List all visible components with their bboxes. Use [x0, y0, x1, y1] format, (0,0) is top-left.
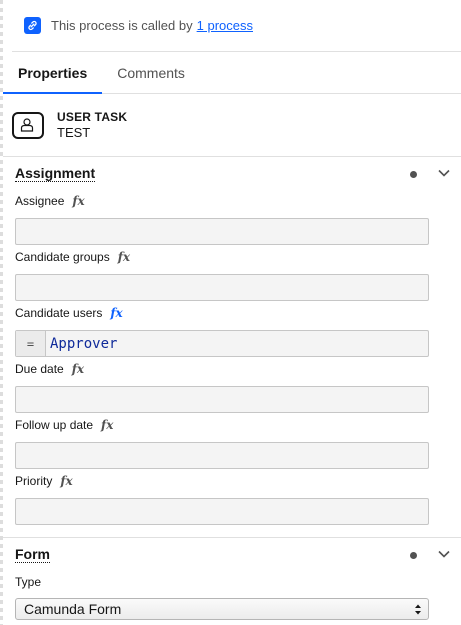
due-date-label: Due date [15, 362, 64, 376]
chevron-down-icon[interactable] [437, 547, 451, 561]
element-name: TEST [57, 125, 91, 140]
called-by-banner: This process is called by 1 process [12, 0, 461, 52]
assignee-label: Assignee [15, 194, 65, 208]
select-arrows-icon [415, 604, 421, 615]
form-type-label: Type [15, 575, 42, 589]
follow-up-date-input[interactable] [15, 442, 429, 469]
candidate-users-input[interactable]: = Approver [15, 330, 429, 357]
calling-processes-link[interactable]: 1 process [197, 18, 253, 33]
data-marker-dot [410, 171, 417, 178]
banner-text: This process is called by [51, 18, 193, 33]
user-task-icon [12, 111, 44, 139]
fx-toggle-icon[interactable]: fx [60, 474, 72, 488]
fx-toggle-icon[interactable]: fx [110, 306, 122, 320]
form-type-select[interactable]: Camunda Form [15, 598, 429, 620]
candidate-users-label: Candidate users [15, 306, 103, 320]
group-title: Assignment [15, 164, 96, 182]
element-type: USER TASK [57, 110, 128, 124]
panel-tabs: Properties Comments [3, 52, 461, 94]
follow-up-date-field: Follow up date fx [15, 417, 429, 469]
assignment-group-header[interactable]: Assignment [3, 156, 461, 190]
fx-toggle-icon[interactable]: fx [72, 362, 84, 376]
tab-comments[interactable]: Comments [102, 52, 200, 93]
follow-up-date-label: Follow up date [15, 418, 94, 432]
group-title: Form [15, 545, 50, 563]
fx-toggle-icon[interactable]: fx [101, 418, 113, 432]
chevron-down-icon[interactable] [437, 166, 451, 180]
due-date-input[interactable] [15, 386, 429, 413]
tab-properties[interactable]: Properties [3, 52, 103, 94]
data-marker-dot [410, 552, 417, 559]
priority-label: Priority [15, 474, 53, 488]
due-date-field: Due date fx [15, 361, 429, 413]
form-type-field: Type Camunda Form [15, 574, 429, 620]
form-group-header[interactable]: Form [3, 537, 461, 571]
priority-field: Priority fx [15, 473, 429, 525]
candidate-users-field: Candidate users fx = Approver [15, 305, 429, 357]
candidate-groups-input[interactable] [15, 274, 429, 301]
fx-toggle-icon[interactable]: fx [118, 250, 130, 264]
candidate-groups-label: Candidate groups [15, 250, 110, 264]
candidate-groups-field: Candidate groups fx [15, 249, 429, 301]
link-icon [24, 17, 41, 34]
candidate-users-value[interactable]: Approver [46, 336, 117, 352]
assignee-input[interactable] [15, 218, 429, 245]
priority-input[interactable] [15, 498, 429, 525]
assignee-field: Assignee fx [15, 193, 429, 245]
element-header: USER TASK TEST [12, 94, 461, 156]
fx-toggle-icon[interactable]: fx [72, 194, 84, 208]
form-type-value: Camunda Form [24, 601, 122, 617]
feel-expression-prefix: = [16, 331, 46, 356]
element-info: USER TASK TEST [57, 110, 127, 140]
